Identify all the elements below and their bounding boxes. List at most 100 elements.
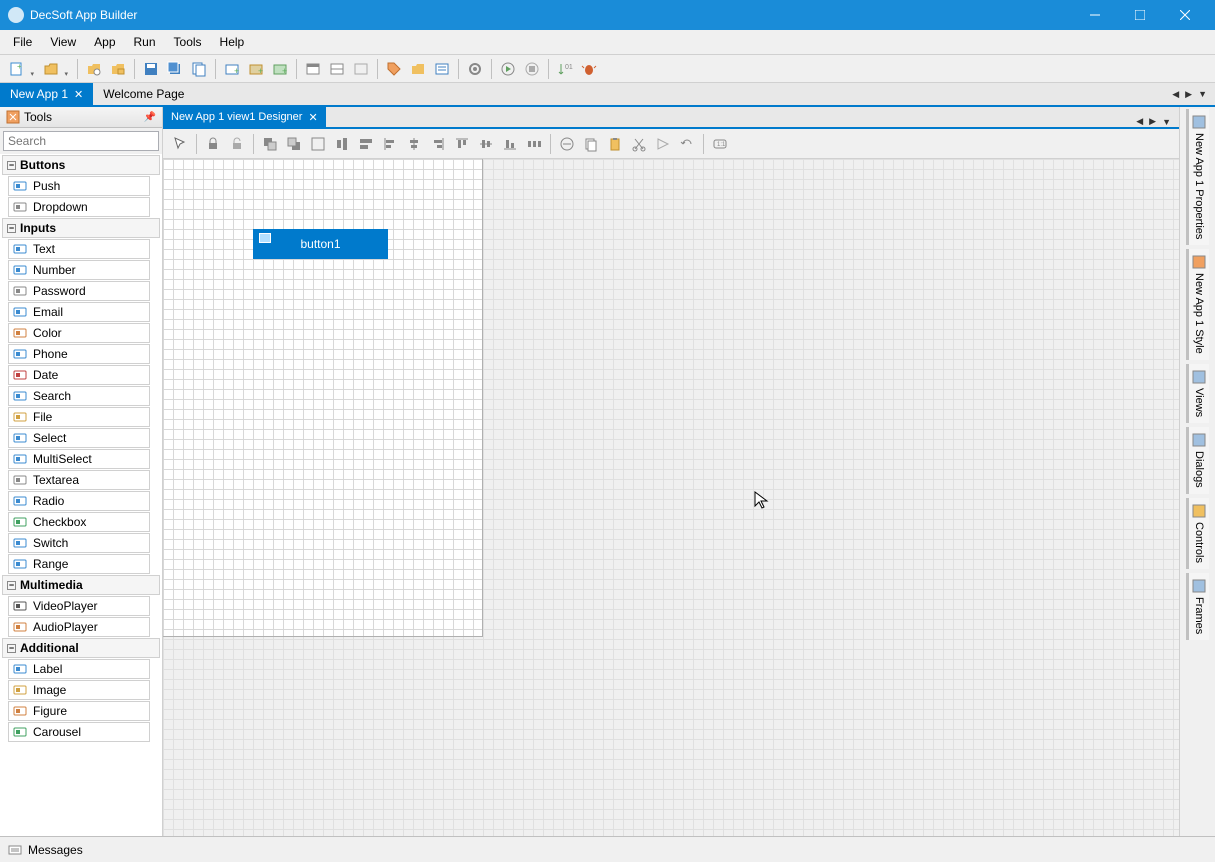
menu-help[interactable]: Help <box>211 32 254 52</box>
align-top[interactable] <box>451 133 473 155</box>
align-3[interactable] <box>355 133 377 155</box>
minimize-button[interactable] <box>1072 0 1117 30</box>
lock-button[interactable] <box>202 133 224 155</box>
menu-run[interactable]: Run <box>125 32 165 52</box>
pointer-tool[interactable] <box>169 133 191 155</box>
tool-item-date[interactable]: Date <box>8 365 150 385</box>
tab-menu-icon[interactable]: ▼ <box>1160 117 1173 127</box>
tab-prev-icon[interactable]: ◀ <box>1170 89 1181 100</box>
tab-next-icon[interactable]: ▶ <box>1183 89 1194 100</box>
side-tab-new-app-1-style[interactable]: New App 1 Style <box>1186 249 1209 360</box>
main-tab-1[interactable]: Welcome Page <box>93 83 194 105</box>
tool-category-multimedia[interactable]: −Multimedia <box>2 575 160 595</box>
align-left[interactable] <box>379 133 401 155</box>
align-right[interactable] <box>427 133 449 155</box>
design-surface[interactable]: button1 <box>163 159 483 637</box>
tb-add3[interactable]: + <box>269 58 291 80</box>
close-icon[interactable]: ✕ <box>308 111 317 124</box>
tab-menu-icon[interactable]: ▼ <box>1196 89 1209 99</box>
stop-button[interactable] <box>521 58 543 80</box>
tb-win2[interactable] <box>326 58 348 80</box>
paste-button[interactable] <box>604 133 626 155</box>
tb-add1[interactable]: + <box>221 58 243 80</box>
align-middle[interactable] <box>475 133 497 155</box>
tab-prev-icon[interactable]: ◀ <box>1134 116 1145 127</box>
undo-button[interactable] <box>676 133 698 155</box>
tool-item-carousel[interactable]: Carousel <box>8 722 150 742</box>
tool-item-audioplayer[interactable]: AudioPlayer <box>8 617 150 637</box>
side-tab-dialogs[interactable]: Dialogs <box>1186 427 1209 494</box>
tool-category-additional[interactable]: −Additional <box>2 638 160 658</box>
tool-item-figure[interactable]: Figure <box>8 701 150 721</box>
tool-item-search[interactable]: Search <box>8 386 150 406</box>
tool-item-multiselect[interactable]: MultiSelect <box>8 449 150 469</box>
menu-app[interactable]: App <box>85 32 124 52</box>
tool-item-image[interactable]: Image <box>8 680 150 700</box>
align-1[interactable] <box>307 133 329 155</box>
tool-item-email[interactable]: Email <box>8 302 150 322</box>
side-tab-controls[interactable]: Controls <box>1186 498 1209 569</box>
tools-panel-header[interactable]: Tools 📌 <box>0 107 162 128</box>
copy-control-button[interactable] <box>580 133 602 155</box>
tb-folder1[interactable] <box>83 58 105 80</box>
tool-item-textarea[interactable]: Textarea <box>8 470 150 490</box>
bring-front-button[interactable] <box>259 133 281 155</box>
tool-item-switch[interactable]: Switch <box>8 533 150 553</box>
side-tab-views[interactable]: Views <box>1186 364 1209 423</box>
delete-button[interactable] <box>556 133 578 155</box>
menu-view[interactable]: View <box>41 32 85 52</box>
align-bottom[interactable] <box>499 133 521 155</box>
run-button[interactable] <box>497 58 519 80</box>
open-button[interactable] <box>40 58 62 80</box>
tb-sort[interactable]: 01 <box>554 58 576 80</box>
tools-search-input[interactable] <box>3 131 159 151</box>
tab-next-icon[interactable]: ▶ <box>1147 116 1158 127</box>
unlock-button[interactable] <box>226 133 248 155</box>
tb-tag[interactable] <box>383 58 405 80</box>
menu-file[interactable]: File <box>4 32 41 52</box>
maximize-button[interactable] <box>1117 0 1162 30</box>
tb-folder3[interactable] <box>407 58 429 80</box>
tool-item-label[interactable]: Label <box>8 659 150 679</box>
tool-item-radio[interactable]: Radio <box>8 491 150 511</box>
tool-item-number[interactable]: Number <box>8 260 150 280</box>
tool-item-select[interactable]: Select <box>8 428 150 448</box>
side-tab-frames[interactable]: Frames <box>1186 573 1209 640</box>
cut-button[interactable] <box>628 133 650 155</box>
tb-win1[interactable] <box>302 58 324 80</box>
tb-list[interactable] <box>431 58 453 80</box>
new-button[interactable]: + <box>6 58 28 80</box>
tb-arrow[interactable] <box>652 133 674 155</box>
tool-item-range[interactable]: Range <box>8 554 150 574</box>
tool-item-push[interactable]: Push <box>8 176 150 196</box>
dist-h[interactable] <box>523 133 545 155</box>
tb-add2[interactable]: + <box>245 58 267 80</box>
copy-button[interactable] <box>188 58 210 80</box>
tool-category-buttons[interactable]: −Buttons <box>2 155 160 175</box>
tool-item-color[interactable]: Color <box>8 323 150 343</box>
tool-item-text[interactable]: Text <box>8 239 150 259</box>
placed-control-button1[interactable]: button1 <box>253 229 388 259</box>
align-center-h[interactable] <box>403 133 425 155</box>
align-2[interactable] <box>331 133 353 155</box>
tb-win3[interactable] <box>350 58 372 80</box>
tb-bug[interactable] <box>578 58 600 80</box>
tb-folder2[interactable] <box>107 58 129 80</box>
tool-category-inputs[interactable]: −Inputs <box>2 218 160 238</box>
menu-tools[interactable]: Tools <box>165 32 211 52</box>
save-button[interactable] <box>140 58 162 80</box>
canvas[interactable]: button1 <box>163 159 1179 836</box>
tool-item-checkbox[interactable]: Checkbox <box>8 512 150 532</box>
tool-item-dropdown[interactable]: Dropdown <box>8 197 150 217</box>
pin-icon[interactable]: 📌 <box>144 112 156 123</box>
save-all-button[interactable] <box>164 58 186 80</box>
tool-item-videoplayer[interactable]: VideoPlayer <box>8 596 150 616</box>
tool-item-password[interactable]: Password <box>8 281 150 301</box>
tool-item-file[interactable]: File <box>8 407 150 427</box>
main-tab-0[interactable]: New App 1✕ <box>0 83 93 105</box>
zoom-button[interactable]: 1:1 <box>709 133 731 155</box>
tools-list[interactable]: −ButtonsPushDropdown−InputsTextNumberPas… <box>0 154 162 836</box>
messages-label[interactable]: Messages <box>28 843 83 857</box>
close-button[interactable] <box>1162 0 1207 30</box>
tool-item-phone[interactable]: Phone <box>8 344 150 364</box>
